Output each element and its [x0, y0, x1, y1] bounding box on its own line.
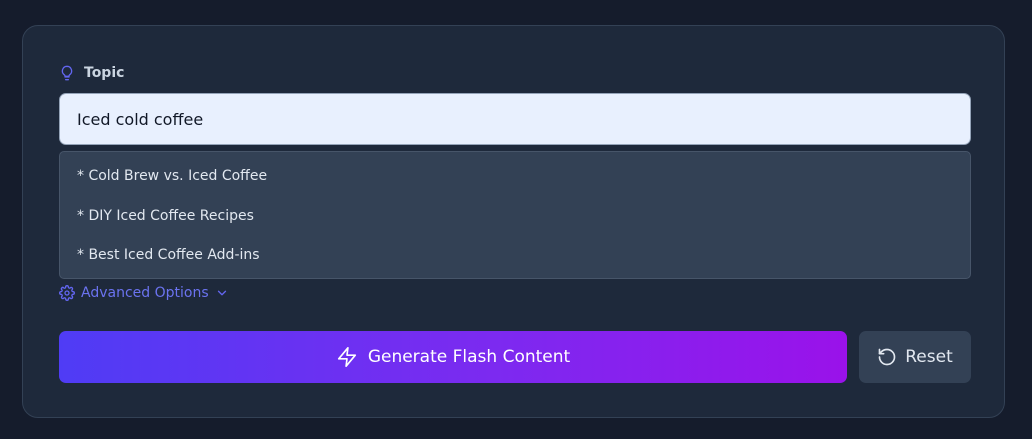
suggestion-item[interactable]: * Best Iced Coffee Add-ins: [60, 241, 970, 281]
gear-icon: [59, 285, 75, 301]
generate-flash-content-button[interactable]: Generate Flash Content: [59, 331, 847, 383]
topic-label-row: Topic: [59, 62, 124, 84]
topic-suggestions-dropdown: * Cold Brew vs. Iced Coffee * DIY Iced C…: [59, 151, 971, 279]
advanced-options-toggle[interactable]: Advanced Options: [59, 283, 229, 303]
advanced-options-label: Advanced Options: [81, 285, 209, 301]
suggestion-item[interactable]: * DIY Iced Coffee Recipes: [60, 202, 970, 242]
topic-input[interactable]: [59, 93, 971, 145]
reset-button-label: Reset: [905, 347, 953, 367]
suggestion-item[interactable]: * Cold Brew vs. Iced Coffee: [60, 162, 970, 202]
topic-label: Topic: [84, 65, 125, 81]
flash-content-form-card: Topic * Cold Brew vs. Iced Coffee * DIY …: [22, 25, 1005, 418]
lightning-icon: [336, 346, 358, 368]
lightbulb-icon: [59, 64, 75, 82]
rotate-ccw-icon: [877, 347, 897, 367]
generate-button-label: Generate Flash Content: [367, 347, 571, 367]
reset-button[interactable]: Reset: [859, 331, 971, 383]
chevron-down-icon: [215, 286, 229, 300]
